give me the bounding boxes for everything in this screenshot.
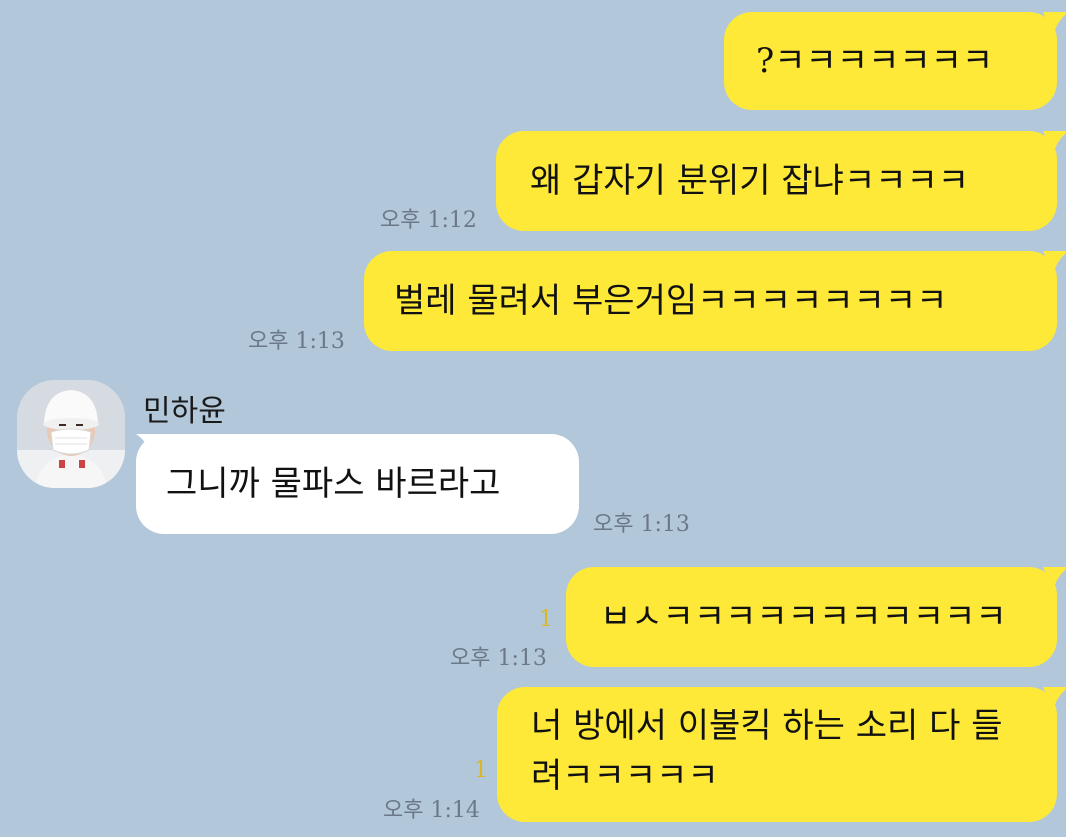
message-text-4: 그니까 물파스 바르라고 — [166, 464, 501, 504]
message-bubble-2[interactable]: 왜 갑자기 분위기 잡냐ㅋㅋㅋㅋ — [496, 131, 1057, 231]
timestamp-4: 오후 1:13 — [593, 512, 690, 537]
message-bubble-6[interactable]: 너 방에서 이불킥 하는 소리 다 들려ㅋㅋㅋㅋㅋ — [497, 687, 1057, 822]
bubble-tail-5 — [1043, 567, 1066, 591]
bubble-tail-6 — [1043, 687, 1066, 711]
profile-photo-icon — [17, 380, 125, 488]
message-text-2: 왜 갑자기 분위기 잡냐ㅋㅋㅋㅋ — [530, 161, 970, 201]
message-bubble-4[interactable]: 그니까 물파스 바르라고 — [136, 434, 579, 534]
sender-name[interactable]: 민하윤 — [143, 386, 226, 430]
message-text-1: ?ㅋㅋㅋㅋㅋㅋㅋ — [756, 41, 994, 81]
bubble-tail-1 — [1043, 12, 1066, 36]
timestamp-5: 오후 1:13 — [450, 646, 547, 671]
unread-count-6: 1 — [474, 758, 488, 783]
bubble-tail-4 — [136, 434, 162, 458]
timestamp-6: 오후 1:14 — [383, 798, 480, 823]
bubble-tail-3 — [1043, 251, 1066, 275]
message-bubble-5[interactable]: ㅂㅅㅋㅋㅋㅋㅋㅋㅋㅋㅋㅋㅋ — [566, 567, 1057, 667]
timestamp-3: 오후 1:13 — [248, 329, 345, 354]
message-bubble-3[interactable]: 벌레 물려서 부은거임ㅋㅋㅋㅋㅋㅋㅋㅋ — [364, 251, 1057, 351]
bubble-tail-2 — [1043, 131, 1066, 155]
unread-count-5: 1 — [539, 607, 553, 632]
message-text-3: 벌레 물려서 부은거임ㅋㅋㅋㅋㅋㅋㅋㅋ — [394, 281, 948, 321]
timestamp-2: 오후 1:12 — [380, 208, 477, 233]
message-text-6: 너 방에서 이불킥 하는 소리 다 들려ㅋㅋㅋㅋㅋ — [531, 706, 1003, 796]
avatar[interactable] — [17, 380, 125, 488]
message-text-5: ㅂㅅㅋㅋㅋㅋㅋㅋㅋㅋㅋㅋㅋ — [600, 597, 1007, 637]
message-bubble-1[interactable]: ?ㅋㅋㅋㅋㅋㅋㅋ — [724, 12, 1057, 110]
